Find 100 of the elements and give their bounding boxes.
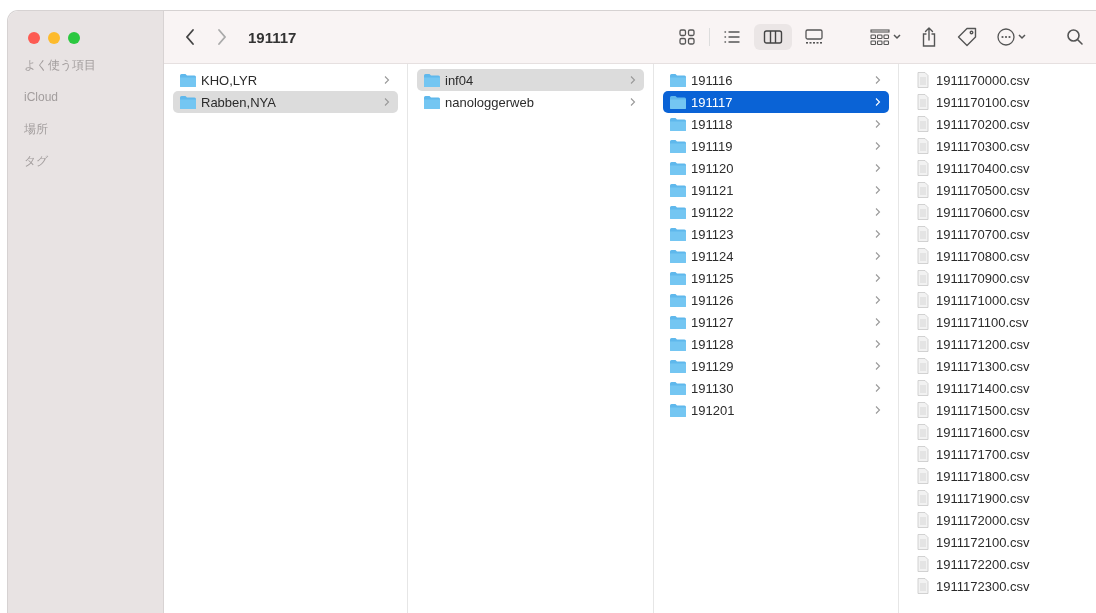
folder-icon — [669, 94, 687, 110]
document-icon — [914, 512, 932, 528]
folder-icon — [669, 116, 687, 132]
chevron-icon — [874, 141, 882, 151]
chevron-icon — [874, 229, 882, 239]
file-item[interactable]: 1911171900.csv — [908, 487, 1087, 509]
document-icon — [914, 358, 932, 374]
folder-item[interactable]: 191120 — [663, 157, 889, 179]
folder-item[interactable]: inf04 — [417, 69, 644, 91]
file-item[interactable]: 1911171300.csv — [908, 355, 1087, 377]
folder-item[interactable]: 191122 — [663, 201, 889, 223]
folder-item[interactable]: 191123 — [663, 223, 889, 245]
item-name: 191119 — [691, 138, 734, 154]
folder-item[interactable]: 191127 — [663, 311, 889, 333]
chevron-icon — [874, 383, 882, 393]
more-icon[interactable] — [996, 27, 1028, 47]
file-item[interactable]: 1911171800.csv — [908, 465, 1087, 487]
folder-item[interactable]: 191126 — [663, 289, 889, 311]
item-name: 1911170000.csv — [936, 72, 1031, 88]
item-name: 191129 — [691, 358, 735, 374]
folder-item[interactable]: 191119 — [663, 135, 889, 157]
search-icon[interactable] — [1066, 28, 1084, 46]
item-name: 191122 — [691, 204, 735, 220]
document-icon — [914, 160, 932, 176]
chevron-icon — [874, 317, 882, 327]
folder-icon — [179, 94, 197, 110]
file-item[interactable]: 1911170600.csv — [908, 201, 1087, 223]
item-name: 1911171600.csv — [936, 424, 1031, 440]
file-item[interactable]: 1911172000.csv — [908, 509, 1087, 531]
file-item[interactable]: 1911171400.csv — [908, 377, 1087, 399]
folder-icon — [423, 94, 441, 110]
sidebar-heading: 場所 — [23, 122, 49, 138]
file-item[interactable]: 1911170400.csv — [908, 157, 1087, 179]
folder-icon — [669, 72, 687, 88]
folder-item[interactable]: 191125 — [663, 267, 889, 289]
folder-icon — [669, 336, 687, 352]
item-name: 1911170600.csv — [936, 204, 1031, 220]
file-item[interactable]: 1911170500.csv — [908, 179, 1087, 201]
item-name: 191201 — [691, 402, 736, 418]
folder-icon — [669, 292, 687, 308]
file-item[interactable]: 1911170000.csv — [908, 69, 1087, 91]
chevron-icon — [383, 97, 391, 107]
folder-item[interactable]: 191116 — [663, 69, 889, 91]
file-item[interactable]: 1911171700.csv — [908, 443, 1087, 465]
folder-icon — [669, 182, 687, 198]
file-item[interactable]: 1911171600.csv — [908, 421, 1087, 443]
view-button[interactable] — [754, 24, 792, 50]
folder-icon — [669, 402, 687, 418]
item-name: 1911172200.csv — [936, 556, 1031, 572]
item-name: 191126 — [691, 292, 735, 308]
file-item[interactable]: 1911171000.csv — [908, 289, 1087, 311]
folder-item[interactable]: 191121 — [663, 179, 889, 201]
chevron-icon — [874, 119, 882, 129]
document-icon — [914, 446, 932, 462]
share-icon[interactable] — [920, 26, 938, 48]
file-item[interactable]: 1911172200.csv — [908, 553, 1087, 575]
document-icon — [914, 402, 932, 418]
file-item[interactable]: 1911170100.csv — [908, 91, 1087, 113]
item-name: 1911171300.csv — [936, 358, 1031, 374]
item-name: 191120 — [691, 160, 735, 176]
document-icon — [914, 116, 932, 132]
file-item[interactable]: 1911170700.csv — [908, 223, 1087, 245]
chevron-icon — [874, 339, 882, 349]
document-icon — [914, 556, 932, 572]
folder-item[interactable]: 191130 — [663, 377, 889, 399]
folder-item[interactable]: 191129 — [663, 355, 889, 377]
file-item[interactable]: 1911170300.csv — [908, 135, 1087, 157]
document-icon — [914, 94, 932, 110]
chevron-icon — [874, 185, 882, 195]
back-icon[interactable] — [184, 28, 196, 46]
folder-item[interactable]: 191128 — [663, 333, 889, 355]
item-name: 191117 — [691, 94, 734, 110]
tag-icon[interactable] — [956, 26, 978, 48]
folder-item[interactable]: 191118 — [663, 113, 889, 135]
folder-item[interactable]: KHO,LYR — [173, 69, 398, 91]
file-item[interactable]: 1911172100.csv — [908, 531, 1087, 553]
gallery-icon — [804, 28, 824, 46]
chevron-icon — [874, 361, 882, 371]
item-name: 1911172300.csv — [936, 578, 1031, 594]
item-name: nanologgerweb — [445, 94, 535, 110]
folder-item[interactable]: Rabben,NYA — [173, 91, 398, 113]
file-item[interactable]: 1911171200.csv — [908, 333, 1087, 355]
folder-icon — [669, 204, 687, 220]
item-name: 1911172100.csv — [936, 534, 1031, 550]
chevron-icon — [874, 163, 882, 173]
file-item[interactable]: 1911171100.csv — [908, 311, 1087, 333]
file-item[interactable]: 1911170800.csv — [908, 245, 1087, 267]
folder-item[interactable]: nanologgerweb — [417, 91, 644, 113]
file-item[interactable]: 1911172300.csv — [908, 575, 1087, 597]
folder-item[interactable]: 191201 — [663, 399, 889, 421]
item-name: 1911172000.csv — [936, 512, 1031, 528]
folder-item[interactable]: 191117 — [663, 91, 889, 113]
folder-item[interactable]: 191124 — [663, 245, 889, 267]
folder-icon — [423, 72, 441, 88]
file-item[interactable]: 1911171500.csv — [908, 399, 1087, 421]
group-button[interactable] — [870, 28, 902, 46]
file-item[interactable]: 1911170900.csv — [908, 267, 1087, 289]
file-item[interactable]: 1911170200.csv — [908, 113, 1087, 135]
item-name: 1911170700.csv — [936, 226, 1031, 242]
item-name: inf04 — [445, 72, 475, 88]
